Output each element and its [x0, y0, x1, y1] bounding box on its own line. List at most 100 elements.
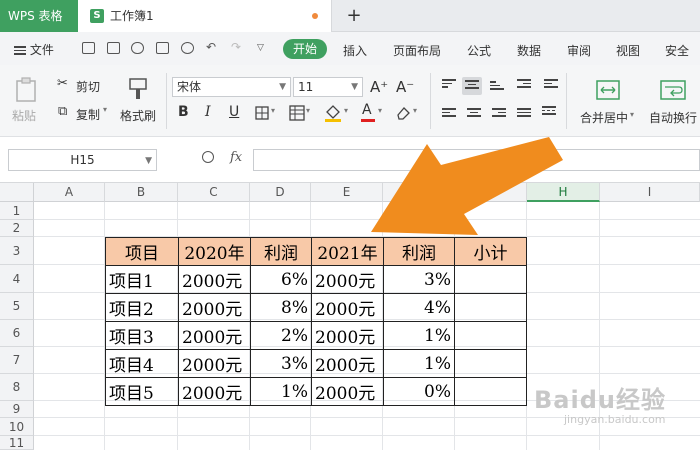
column-header-h[interactable]: H [527, 183, 600, 202]
zoom-lookup-icon[interactable] [202, 151, 214, 163]
header-cell[interactable]: 利润 [383, 237, 455, 266]
cell-style-dropdown-icon[interactable]: ▾ [306, 106, 310, 115]
tab-review[interactable]: 审阅 [567, 42, 591, 59]
cut-button[interactable]: 剪切 [76, 78, 100, 95]
table-cell[interactable]: 2000元 [311, 293, 384, 322]
tab-security[interactable]: 安全 [665, 42, 689, 59]
table-cell[interactable]: 3% [383, 265, 455, 294]
row-header-2[interactable]: 2 [0, 220, 34, 237]
table-cell[interactable]: 2000元 [178, 349, 251, 378]
wrap-text-button[interactable]: 自动换行 [646, 75, 700, 131]
merge-dropdown-icon[interactable]: ▾ [630, 110, 634, 119]
align-center-icon[interactable] [467, 108, 481, 120]
row-header-5[interactable]: 5 [0, 293, 34, 320]
shrink-font-button[interactable]: A⁻ [396, 78, 414, 96]
column-header-a[interactable]: A [34, 183, 105, 202]
tab-page-layout[interactable]: 页面布局 [393, 42, 441, 59]
quick-access-dropdown-icon[interactable]: ▽ [257, 43, 264, 53]
new-tab-button[interactable]: + [342, 0, 366, 32]
save-icon[interactable] [107, 42, 120, 54]
grow-font-button[interactable]: A⁺ [370, 78, 388, 96]
tab-insert[interactable]: 插入 [343, 42, 367, 59]
table-cell[interactable]: 2000元 [178, 321, 251, 350]
row-header-8[interactable]: 8 [0, 374, 34, 401]
table-cell[interactable]: 2000元 [178, 265, 251, 294]
table-cell[interactable]: 6% [250, 265, 312, 294]
row-header-1[interactable]: 1 [0, 202, 34, 220]
table-cell[interactable]: 2000元 [178, 293, 251, 322]
header-cell[interactable]: 利润 [250, 237, 312, 266]
row-header-3[interactable]: 3 [0, 237, 34, 265]
app-tab[interactable]: WPS 表格 [0, 0, 78, 32]
table-cell[interactable]: 项目4 [105, 349, 179, 378]
justify-icon[interactable] [517, 108, 531, 120]
table-cell[interactable]: 2000元 [311, 377, 384, 406]
underline-button[interactable]: U [229, 104, 239, 120]
column-header-b[interactable]: B [105, 183, 178, 202]
tab-home[interactable]: 开始 [283, 39, 327, 59]
table-cell[interactable]: 8% [250, 293, 312, 322]
table-cell[interactable] [454, 293, 527, 322]
copy-dropdown-icon[interactable]: ▾ [103, 105, 107, 114]
header-cell[interactable]: 小计 [454, 237, 527, 266]
export-pdf-icon[interactable] [131, 42, 144, 54]
column-header-e[interactable]: E [311, 183, 383, 202]
file-menu[interactable]: 文件 [14, 41, 54, 58]
select-all-corner[interactable] [0, 183, 34, 202]
header-cell[interactable]: 2020年 [178, 237, 251, 266]
header-cell[interactable]: 2021年 [311, 237, 384, 266]
name-box[interactable]: H15 ▼ [8, 149, 157, 171]
undo-icon[interactable]: ↶ [206, 40, 216, 54]
align-bottom-icon[interactable] [490, 81, 504, 93]
row-header-10[interactable]: 10 [0, 418, 34, 436]
table-cell[interactable]: 1% [383, 321, 455, 350]
table-cell[interactable]: 2% [250, 321, 312, 350]
copy-button[interactable]: 复制 [76, 106, 100, 123]
italic-button[interactable]: I [205, 104, 211, 120]
tab-formulas[interactable]: 公式 [467, 42, 491, 59]
row-header-4[interactable]: 4 [0, 265, 34, 293]
fill-color-dropdown-icon[interactable]: ▾ [344, 106, 348, 115]
font-size-select[interactable]: 11 ▼ [293, 77, 363, 97]
table-cell[interactable] [454, 321, 527, 350]
header-cell[interactable]: 项目 [105, 237, 179, 266]
cell-style-icon[interactable] [289, 105, 305, 121]
table-cell[interactable] [454, 349, 527, 378]
row-header-9[interactable]: 9 [0, 401, 34, 418]
table-cell[interactable] [454, 265, 527, 294]
table-cell[interactable]: 项目3 [105, 321, 179, 350]
align-left-icon[interactable] [442, 108, 456, 120]
clear-format-dropdown-icon[interactable]: ▾ [413, 106, 417, 115]
table-cell[interactable] [454, 377, 527, 406]
table-cell[interactable]: 2000元 [178, 377, 251, 406]
redo-icon[interactable]: ↷ [231, 40, 241, 54]
table-cell[interactable]: 0% [383, 377, 455, 406]
column-header-d[interactable]: D [250, 183, 311, 202]
column-header-i[interactable]: I [600, 183, 700, 202]
table-cell[interactable]: 4% [383, 293, 455, 322]
borders-icon[interactable] [255, 106, 269, 120]
align-middle-icon[interactable] [462, 77, 482, 95]
table-cell[interactable]: 2000元 [311, 265, 384, 294]
font-color-dropdown-icon[interactable]: ▾ [378, 106, 382, 115]
document-tab[interactable]: S 工作簿1 [78, 0, 332, 32]
insert-function-button[interactable]: fx [230, 150, 242, 165]
formula-input[interactable] [253, 149, 700, 171]
table-cell[interactable]: 项目2 [105, 293, 179, 322]
indent-increase-icon[interactable] [544, 79, 558, 91]
tab-view[interactable]: 视图 [616, 42, 640, 59]
merge-center-button[interactable]: 合并居中 ▾ [576, 75, 640, 131]
fill-color-icon[interactable] [324, 104, 342, 122]
format-painter-button[interactable]: 格式刷 [118, 75, 158, 131]
align-top-icon[interactable] [442, 79, 456, 91]
clear-format-icon[interactable] [395, 105, 411, 121]
row-header-6[interactable]: 6 [0, 320, 34, 347]
row-header-11[interactable]: 11 [0, 436, 34, 450]
paste-button[interactable]: 粘贴 [10, 75, 42, 131]
table-cell[interactable]: 3% [250, 349, 312, 378]
bold-button[interactable]: B [178, 104, 189, 120]
table-cell[interactable]: 项目1 [105, 265, 179, 294]
borders-dropdown-icon[interactable]: ▾ [271, 106, 275, 115]
align-right-icon[interactable] [492, 108, 506, 120]
table-cell[interactable]: 2000元 [311, 349, 384, 378]
